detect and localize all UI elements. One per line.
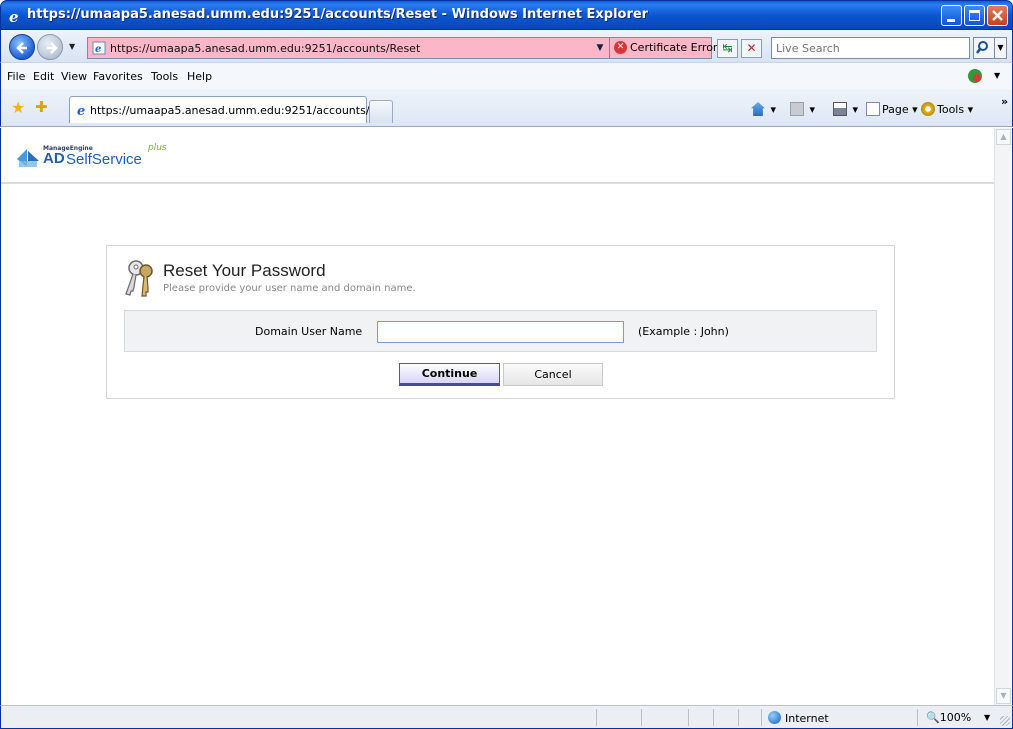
page-header: ManageEngine AD SelfService plus <box>1 128 995 184</box>
logo-mark-icon <box>17 149 39 167</box>
search-button[interactable] <box>973 37 995 59</box>
tools-menu-label: Tools <box>937 103 965 116</box>
continue-button[interactable]: Continue <box>399 363 500 386</box>
certificate-error-icon: ✕ <box>614 41 627 54</box>
status-divider <box>738 709 739 726</box>
search-box[interactable] <box>771 37 970 59</box>
url-text[interactable]: https://umaapa5.anesad.umm.edu:9251/acco… <box>110 42 420 55</box>
menu-file[interactable]: File <box>7 70 25 83</box>
forward-arrow-icon <box>47 42 58 54</box>
maximize-button[interactable] <box>964 5 985 26</box>
status-divider <box>713 709 714 726</box>
feeds-icon <box>790 102 804 116</box>
resize-grip[interactable] <box>1000 716 1010 726</box>
page-icon: e <box>92 41 106 55</box>
close-button[interactable] <box>987 5 1008 26</box>
page-icon <box>866 102 880 116</box>
zoom-icon: 🔍 <box>926 711 940 724</box>
zoom-dropdown[interactable]: ▼ <box>984 713 990 722</box>
menu-edit[interactable]: Edit <box>33 70 54 83</box>
address-toolbar: ▼ e https://umaapa5.anesad.umm.edu:9251/… <box>0 30 1013 62</box>
ie-logo-icon: e <box>9 8 19 24</box>
status-divider <box>688 709 689 726</box>
add-favorites-icon[interactable]: ✚ <box>35 98 48 116</box>
reset-password-panel: Reset Your Password Please provide your … <box>106 245 895 399</box>
new-tab-button[interactable] <box>369 100 393 123</box>
panel-subtitle: Please provide your user name and domain… <box>163 283 416 294</box>
username-form-row: Domain User Name (Example : John) <box>124 310 877 352</box>
refresh-button[interactable]: ↹ <box>717 39 738 58</box>
recent-pages-dropdown[interactable]: ▼ <box>69 42 75 51</box>
print-button[interactable]: ▾ <box>833 102 858 116</box>
ie-tab-icon: e <box>77 104 85 117</box>
certificate-error-button[interactable]: ✕ Certificate Error <box>609 38 717 58</box>
stop-icon: ✕ <box>746 41 757 55</box>
minimize-icon <box>947 19 955 22</box>
status-bar: Internet 🔍100% ▼ <box>0 705 1013 729</box>
back-arrow-icon <box>16 42 27 54</box>
search-input[interactable] <box>776 39 966 57</box>
menu-favorites[interactable]: Favorites <box>93 70 143 83</box>
window-title-bar[interactable]: e https://umaapa5.anesad.umm.edu:9251/ac… <box>0 0 1013 30</box>
address-dropdown[interactable]: ▼ <box>593 40 607 56</box>
panel-title: Reset Your Password <box>163 261 326 280</box>
logo-product: SelfService <box>66 151 142 168</box>
back-button[interactable] <box>9 34 35 60</box>
home-button[interactable]: ▾ <box>751 102 776 116</box>
menu-bar: File Edit View Favorites Tools Help ▼ <box>0 62 1013 89</box>
menu-tools[interactable]: Tools <box>151 70 178 83</box>
zoom-control[interactable]: 🔍100% <box>926 711 971 724</box>
favorites-star-icon[interactable]: ★ <box>11 98 25 117</box>
domain-user-name-label: Domain User Name <box>255 325 363 338</box>
minimize-button[interactable] <box>941 5 962 26</box>
page-content: ManageEngine AD SelfService plus Reset Y… <box>0 128 1013 705</box>
scroll-up-button[interactable]: ▲ <box>996 129 1011 145</box>
address-bar[interactable]: e https://umaapa5.anesad.umm.edu:9251/ac… <box>87 37 717 59</box>
zone-label: Internet <box>785 712 829 725</box>
refresh-icon: ↹ <box>722 41 733 55</box>
scroll-down-button[interactable]: ▼ <box>996 688 1011 704</box>
addon-icon[interactable] <box>967 68 983 84</box>
addon-dropdown[interactable]: ▼ <box>994 71 1000 80</box>
menu-help[interactable]: Help <box>187 70 212 83</box>
tab-label: https://umaapa5.anesad.umm.edu:9251/acco… <box>90 104 388 117</box>
maximize-icon <box>969 10 980 21</box>
security-zone[interactable]: Internet <box>768 711 829 725</box>
status-divider <box>917 709 918 726</box>
username-example-hint: (Example : John) <box>638 325 729 338</box>
feeds-button[interactable]: ▾ <box>790 102 815 116</box>
vertical-scrollbar[interactable]: ▲ ▼ <box>994 128 1011 705</box>
toolbar-overflow-button[interactable]: » <box>1001 95 1008 108</box>
logo-ad: AD <box>43 150 65 167</box>
logo-plus: plus <box>148 143 167 153</box>
tab-active[interactable]: e https://umaapa5.anesad.umm.edu:9251/ac… <box>69 96 387 123</box>
globe-icon <box>768 711 781 724</box>
page-menu-label: Page <box>882 103 909 116</box>
svg-text:e: e <box>95 44 101 55</box>
window-title: https://umaapa5.anesad.umm.edu:9251/acco… <box>27 7 649 22</box>
search-icon <box>976 41 988 54</box>
domain-user-name-input[interactable] <box>377 321 624 343</box>
print-icon <box>833 102 847 116</box>
tools-menu-button[interactable]: Tools ▾ <box>921 102 973 116</box>
zoom-level: 100% <box>939 711 972 724</box>
cancel-button[interactable]: Cancel <box>503 363 603 386</box>
certificate-error-label: Certificate Error <box>630 41 718 54</box>
status-divider <box>596 709 597 726</box>
svg-text:e: e <box>77 104 85 117</box>
search-provider-dropdown[interactable]: ▼ <box>995 37 1007 59</box>
svg-text:e: e <box>9 8 19 24</box>
keys-icon <box>125 260 153 297</box>
home-icon <box>751 102 765 116</box>
status-divider <box>641 709 642 726</box>
close-icon <box>992 10 1003 21</box>
gear-icon <box>921 102 935 116</box>
forward-button[interactable] <box>37 34 63 60</box>
page-menu-button[interactable]: Page ▾ <box>866 102 918 116</box>
status-divider <box>761 709 762 726</box>
tab-bar: ★ ✚ e https://umaapa5.anesad.umm.edu:925… <box>0 89 1013 127</box>
stop-button[interactable]: ✕ <box>741 39 762 58</box>
menu-view[interactable]: View <box>61 70 87 83</box>
